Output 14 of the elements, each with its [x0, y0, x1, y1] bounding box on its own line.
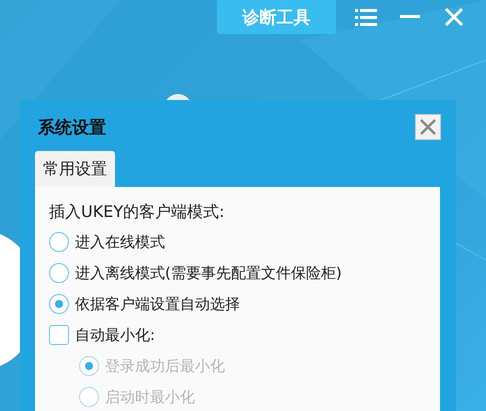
radio-button[interactable]	[49, 263, 69, 283]
dialog-title: 系统设置	[38, 116, 106, 138]
checkbox[interactable]	[49, 325, 69, 345]
radio-button[interactable]	[49, 294, 69, 314]
option-label: 进入离线模式(需要事先配置文件保险柜)	[75, 263, 342, 284]
section-label: 插入UKEY的客户端模式:	[49, 201, 226, 223]
settings-tab[interactable]: 常用设置	[35, 151, 115, 187]
option-label: 启动时最小化	[105, 387, 195, 408]
radio-button[interactable]	[49, 232, 69, 252]
close-button[interactable]	[415, 114, 441, 140]
option-label: 依据客户端设置自动选择	[75, 294, 240, 315]
option-label: 自动最小化:	[75, 325, 156, 346]
option-label: 登录成功后最小化	[105, 356, 225, 377]
option-label: 进入在线模式	[75, 232, 165, 253]
